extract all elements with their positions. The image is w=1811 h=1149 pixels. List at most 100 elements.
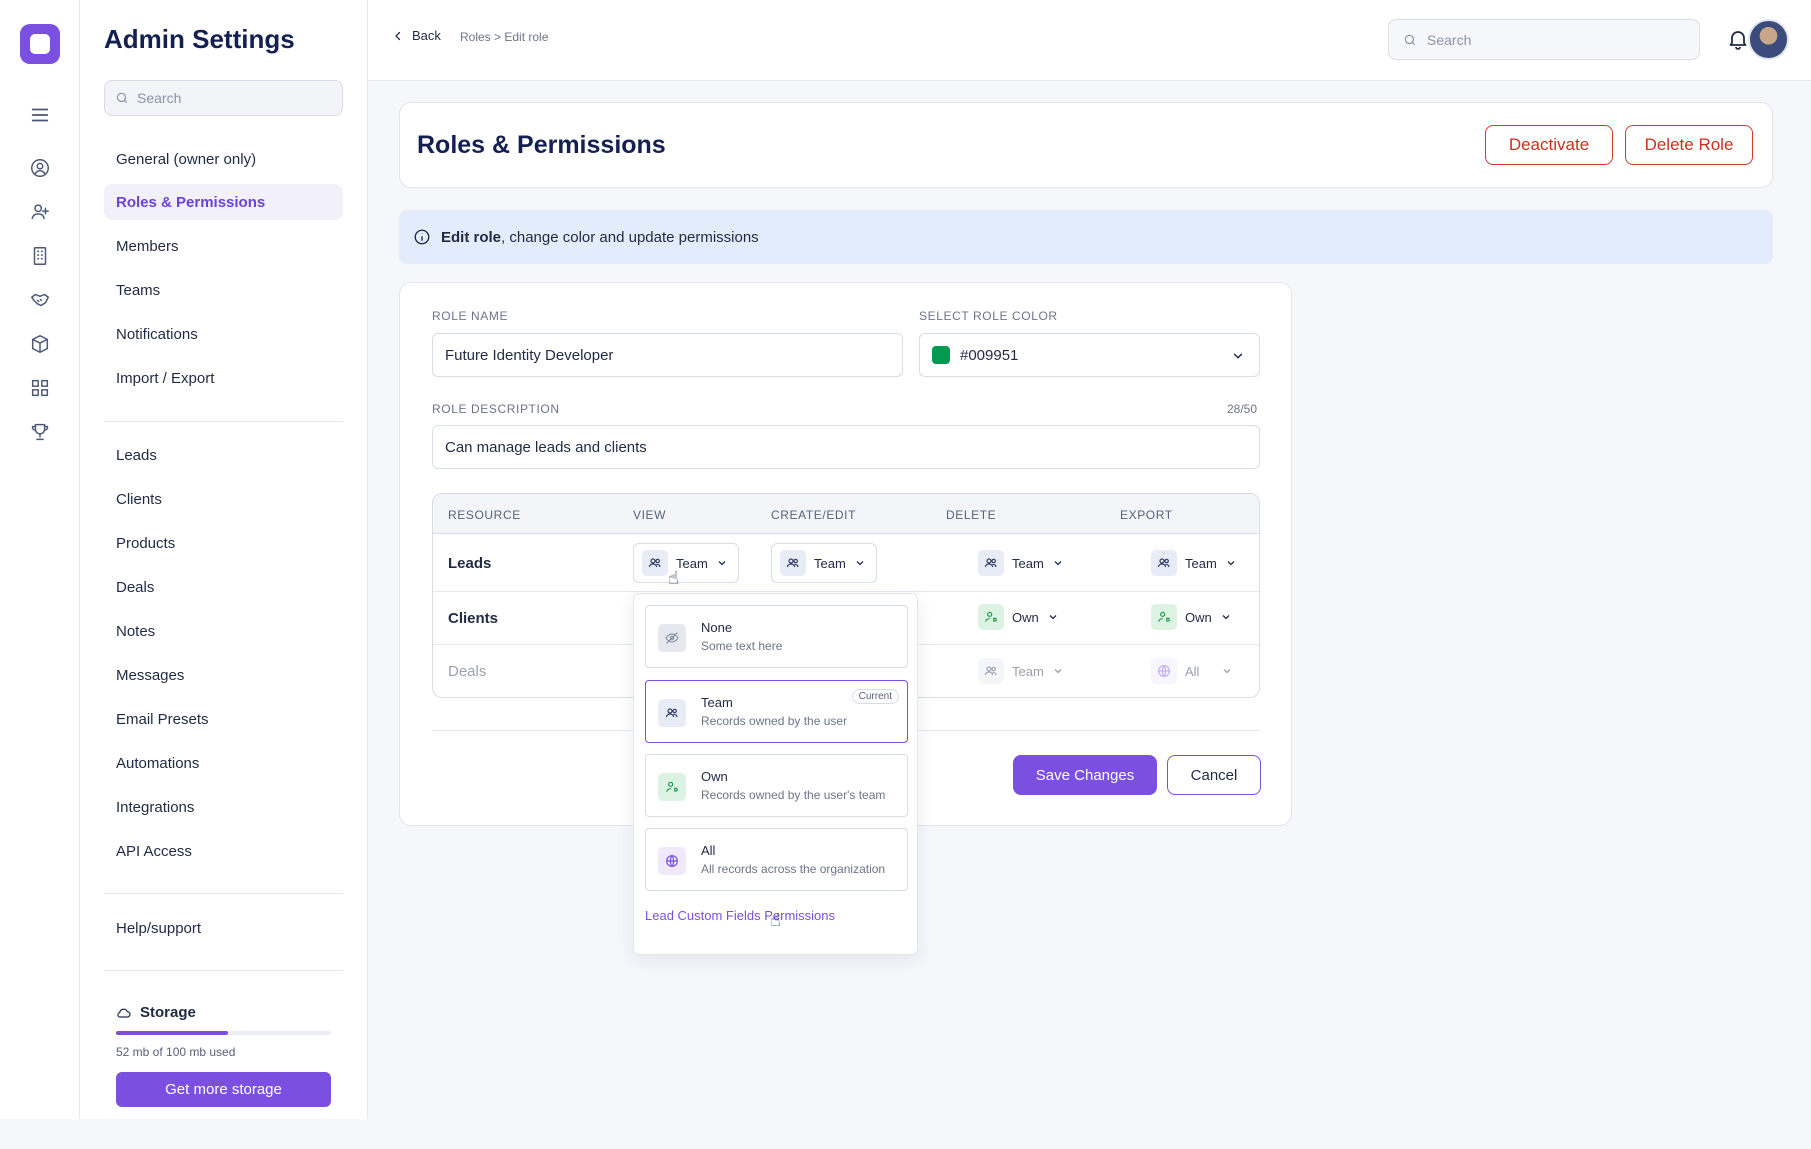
menu-icon[interactable] [28,103,52,127]
role-name-label: ROLE NAME [432,309,509,323]
option-description: Some text here [701,639,783,653]
role-name-value: Future Identity Developer [445,346,614,364]
user-circle-icon[interactable] [28,156,52,180]
delete-permission-select: Team [978,658,1064,684]
search-icon [116,92,128,104]
nav-notifications[interactable]: Notifications [104,316,343,352]
notification-bell-icon[interactable] [1726,27,1750,51]
deactivate-button[interactable]: Deactivate [1485,125,1613,165]
nav-notes[interactable]: Notes [104,613,343,649]
lead-custom-fields-link[interactable]: Lead Custom Fields Permissions [645,908,835,923]
nav-products[interactable]: Products [104,525,343,561]
header-delete: DELETE [946,508,997,522]
box-icon[interactable] [28,332,52,356]
app-logo[interactable] [20,24,60,64]
nav-roles-permissions[interactable]: Roles & Permissions [104,184,343,220]
team-icon [978,658,1004,684]
nav-clients[interactable]: Clients [104,481,343,517]
nav-messages[interactable]: Messages [104,657,343,693]
delete-permission-select[interactable]: Team [978,550,1064,576]
role-color-value: #009951 [960,346,1019,364]
icon-rail [0,0,80,1119]
nav-import-export[interactable]: Import / Export [104,360,343,396]
option-title: Own [701,769,728,784]
chevron-down-icon [856,561,864,566]
header-export: EXPORT [1120,508,1173,522]
delete-permission-value: Team [1012,555,1044,571]
nav-divider [104,893,343,894]
global-search-input[interactable]: Search [1388,19,1700,60]
header-view: VIEW [633,508,667,522]
globe-icon [1151,658,1177,684]
delete-permission-value: Own [1012,609,1039,625]
global-search-placeholder: Search [1427,31,1472,48]
storage-progress-fill [116,1031,228,1035]
resource-name: Clients [448,610,499,627]
option-title: None [701,620,733,635]
nav-integrations[interactable]: Integrations [104,789,343,825]
create-permission-select[interactable]: Team [771,543,877,583]
own-user-icon [1151,604,1177,630]
export-permission-value: All [1185,663,1200,679]
header-create-edit: CREATE/EDIT [771,508,857,522]
storage-used-text: 52 mb of 100 mb used [116,1045,236,1059]
hand-cursor-icon: ☝ [668,568,679,588]
chevron-down-icon [1222,615,1230,620]
building-icon[interactable] [28,244,52,268]
globe-icon [658,847,686,875]
nav-automations[interactable]: Automations [104,745,343,781]
trophy-icon[interactable] [28,420,52,444]
view-permission-select[interactable]: Team [633,543,739,583]
export-permission-value: Team [1185,555,1217,571]
grid-icon[interactable] [28,376,52,400]
role-color-select[interactable]: #009951 [919,333,1260,377]
nav-members[interactable]: Members [104,228,343,264]
nav-email-presets[interactable]: Email Presets [104,701,343,737]
user-avatar[interactable] [1748,19,1789,60]
nav-api-access[interactable]: API Access [104,833,343,869]
export-permission-select[interactable]: Own [1151,604,1232,630]
chevron-down-icon [1049,615,1057,620]
nav-deals[interactable]: Deals [104,569,343,605]
info-text: Edit role, change color and update permi… [441,229,759,246]
delete-permission-select[interactable]: Own [978,604,1059,630]
page-header-card: Roles & Permissions Deactivate Delete Ro… [399,102,1773,188]
chevron-down-icon [1227,561,1235,566]
nav-divider [104,970,343,971]
save-changes-button[interactable]: Save Changes [1013,755,1157,795]
role-description-field[interactable]: Can manage leads and clients [432,425,1260,469]
nav-general[interactable]: General (owner only) [104,141,343,177]
panel-search-input[interactable]: Search [104,80,343,116]
cancel-button[interactable]: Cancel [1167,755,1261,795]
info-icon [414,229,430,245]
option-description: All records across the organization [701,862,886,876]
info-bold: Edit role [441,228,502,246]
get-more-storage-button[interactable]: Get more storage [116,1072,331,1107]
info-banner: Edit role, change color and update permi… [399,210,1773,264]
back-link[interactable]: Back [392,28,441,43]
option-team[interactable]: Team Records owned by the user Current [645,680,908,743]
export-permission-select[interactable]: Team [1151,550,1237,576]
delete-role-button[interactable]: Delete Role [1625,125,1753,165]
role-description-label: ROLE DESCRIPTION [432,402,560,416]
nav-leads[interactable]: Leads [104,437,343,473]
info-rest: , change color and update permissions [501,228,759,246]
nav-teams[interactable]: Teams [104,272,343,308]
handshake-icon[interactable] [28,288,52,312]
resource-name: Deals [448,663,487,680]
chevron-down-icon [1054,669,1062,674]
role-color-label: SELECT ROLE COLOR [919,309,1058,323]
option-all[interactable]: All All records across the organization [645,828,908,891]
option-none[interactable]: None Some text here [645,605,908,668]
nav-divider [104,421,343,422]
current-badge: Current [851,689,899,704]
own-user-icon [658,773,686,801]
storage-title: Storage [116,1004,196,1021]
option-description: Records owned by the user [701,714,848,728]
role-name-field[interactable]: Future Identity Developer [432,333,903,377]
option-own[interactable]: Own Records owned by the user's team [645,754,908,817]
role-description-value: Can manage leads and clients [445,438,647,456]
view-permission-dropdown: None Some text here Team Records owned b… [633,593,918,955]
nav-help-support[interactable]: Help/support [104,910,343,946]
add-user-icon[interactable] [28,200,52,224]
